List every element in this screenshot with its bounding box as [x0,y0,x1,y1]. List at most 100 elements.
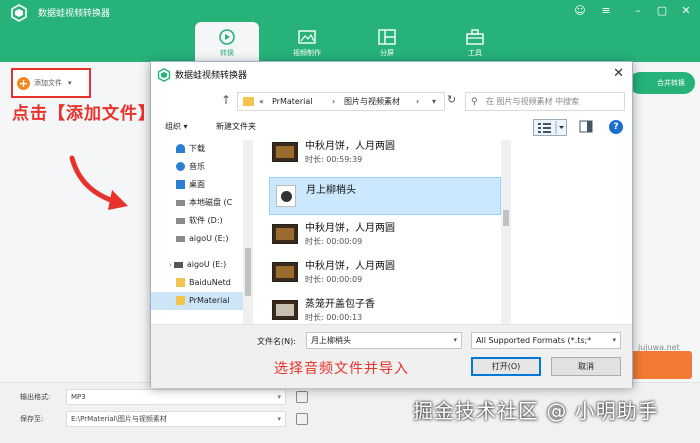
refresh-icon[interactable]: ↻ [447,93,456,106]
save-to-field[interactable]: E:\PrMaterial\图片与视频素材 ▾ [66,411,286,427]
breadcrumb-overflow[interactable]: « [259,93,264,110]
save-to-value: E:\PrMaterial\图片与视频素材 [71,415,167,423]
dialog-close-icon[interactable]: ✕ [613,66,624,81]
view-options-button[interactable] [533,119,567,136]
tab-video-making[interactable]: 视频制作 [275,22,339,62]
tree-scrollbar[interactable] [243,140,253,324]
file-name: 月上柳梢头 [306,185,356,196]
file-item[interactable]: 蒸笼开盖包子香 时长: 00:00:13 [269,292,501,324]
new-folder-button[interactable]: 新建文件夹 [216,121,256,132]
file-type-value: All Supported Formats (*.ts;* [476,336,592,345]
download-icon [176,144,185,153]
search-input[interactable]: ⚲ 在 图片与视频素材 中搜索 [465,92,625,111]
watermark: 掘金技术社区 @ 小明助手 [413,395,659,424]
scrollbar-thumb[interactable] [503,210,509,226]
app-titlebar: 数据蛙视频转换器 ☺ ≡ – ▢ ✕ 转换 视频制作 分屏 工具 [0,0,700,62]
main-nav: 转换 视频制作 分屏 工具 [195,22,525,62]
file-type-select[interactable]: All Supported Formats (*.ts;* ▾ [471,332,621,349]
app-logo-icon [157,68,171,82]
tree-item-drive-d[interactable]: 软件 (D:) [176,212,223,230]
add-file-button[interactable]: + 添加文件 ▾ [17,74,85,92]
chevron-right-icon[interactable]: › [169,261,172,269]
file-name: 中秋月饼，人月两圆 [305,261,395,272]
organize-menu[interactable]: 组织 ▾ [165,121,188,132]
filename-input[interactable]: 月上柳梢头 ▾ [306,332,462,349]
tree-item-usb-e[interactable]: › aigoU (E:) [169,256,226,274]
folder-icon [243,97,254,106]
tree-item-baidunetdisk[interactable]: BaiduNetd [176,274,231,292]
breadcrumb-prmaterial[interactable]: PrMaterial [272,93,312,110]
help-icon[interactable]: ? [609,120,623,134]
file-name: 中秋月饼，人月两圆 [305,223,395,234]
filename-value: 月上柳梢头 [311,336,351,345]
tab-tools-label: 工具 [468,49,482,57]
format-settings-icon[interactable] [296,391,308,403]
search-icon: ⚲ [471,97,478,107]
maximize-icon[interactable]: ▢ [652,3,672,19]
toolbox-icon [466,29,484,45]
output-format-select[interactable]: MP3 ▾ [66,389,286,405]
chevron-down-icon: ▾ [277,415,281,423]
file-item-selected[interactable]: 月上柳梢头 [269,177,501,215]
tab-convert-label: 转换 [220,49,234,57]
tree-item-drive-c[interactable]: 本地磁盘 (C [176,194,232,212]
filename-label: 文件名(N): [257,337,296,346]
merge-convert-button[interactable]: 合并转换 [629,72,695,94]
chevron-down-icon[interactable]: ▾ [453,333,457,348]
open-folder-icon[interactable] [296,413,308,425]
dialog-title: 数据蛙视频转换器 [175,71,248,81]
music-icon [176,162,185,171]
add-file-label: 添加文件 [34,79,62,87]
tree-item-label: 软件 (D:) [189,216,223,225]
menu-icon[interactable]: ☺ [570,3,590,19]
address-row: ↑ « PrMaterial › 图片与视频素材 › ▾ ↻ ⚲ 在 图片与视频… [151,88,632,114]
breadcrumb-separator: › [332,97,336,106]
output-format-value: MP3 [71,393,86,401]
cancel-button[interactable]: 取消 [551,357,621,376]
tree-item-downloads[interactable]: 下载 [176,140,205,158]
search-placeholder: 在 图片与视频素材 中搜索 [486,97,580,106]
app-title: 数据蛙视频转换器 [38,9,111,19]
settings-icon[interactable]: ≡ [596,3,616,19]
file-item[interactable]: 中秋月饼，人月两圆 时长: 00:00:09 [269,254,501,292]
tab-split-screen[interactable]: 分屏 [355,22,419,62]
tree-item-label: PrMaterial [189,296,230,305]
address-bar[interactable]: « PrMaterial › 图片与视频素材 › ▾ [237,92,445,111]
tree-item-music[interactable]: 音乐 [176,158,205,176]
tree-item-desktop[interactable]: 桌面 [176,176,205,194]
file-duration: 时长: 00:00:09 [305,275,363,284]
open-file-dialog: 数据蛙视频转换器 ✕ ↑ « PrMaterial › 图片与视频素材 › ▾ … [150,61,633,388]
tree-item-prmaterial[interactable]: PrMaterial [151,292,243,310]
folder-icon [176,296,185,305]
preview-pane-icon[interactable] [579,120,593,133]
up-arrow-icon[interactable]: ↑ [221,93,231,107]
drive-icon [176,199,185,206]
minimize-icon[interactable]: – [628,3,648,19]
chevron-down-icon[interactable]: ▾ [68,79,72,87]
file-list-scrollbar[interactable] [501,140,511,324]
file-duration: 时长: 00:59:39 [305,155,363,164]
red-arrow-icon [69,155,128,210]
chevron-down-icon[interactable]: ▾ [432,93,436,110]
tree-item-label: 本地磁盘 (C [189,198,233,207]
close-icon[interactable]: ✕ [676,3,696,19]
scrollbar-thumb[interactable] [245,248,251,296]
convert-icon [219,29,235,45]
save-to-label: 保存至: [20,415,44,423]
open-button[interactable]: 打开(O) [471,357,541,376]
tab-tools[interactable]: 工具 [443,22,507,62]
tree-item-label: aigoU (E:) [186,260,227,269]
tab-convert[interactable]: 转换 [195,22,259,62]
chevron-down-icon: ▾ [277,393,281,401]
file-item[interactable]: 中秋月饼，人月两圆 时长: 00:59:39 [269,140,501,172]
tree-item-drive-e[interactable]: aigoU (E:) [176,230,229,248]
file-name: 蒸笼开盖包子香 [305,299,375,310]
chevron-down-icon: ▾ [612,333,616,348]
breadcrumb-separator: › [416,97,420,106]
usb-icon [173,261,183,268]
breadcrumb-current[interactable]: 图片与视频素材 [344,93,400,110]
tab-split-screen-label: 分屏 [380,49,394,57]
file-item[interactable]: 中秋月饼，人月两圆 时长: 00:00:09 [269,216,501,254]
dialog-toolbar: 组织 ▾ 新建文件夹 ? [151,116,632,138]
tree-item-label: aigoU (E:) [189,234,229,243]
